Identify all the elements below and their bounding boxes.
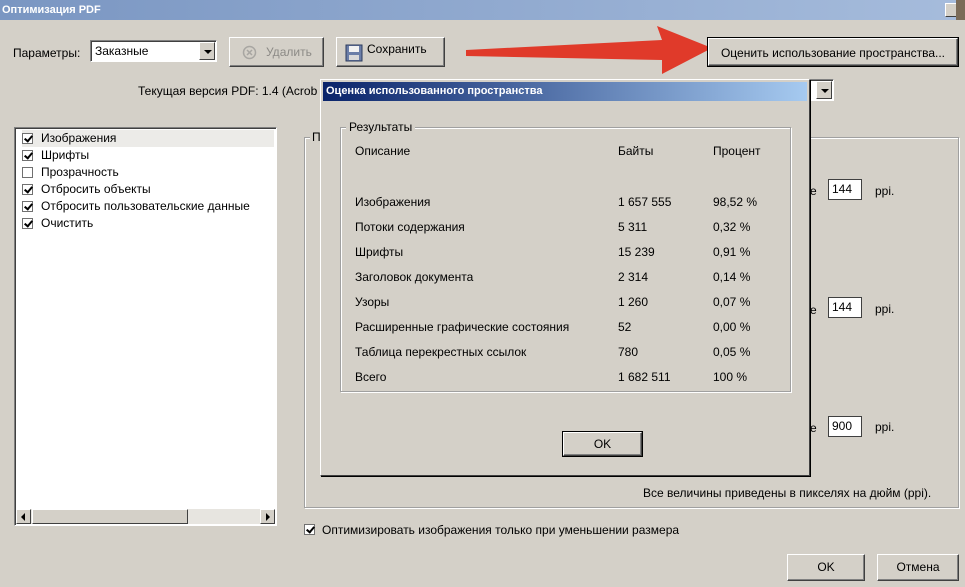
list-item[interactable]: Прозрачность	[22, 164, 274, 181]
optimize-only-label: Оптимизировать изображения только при ум…	[322, 523, 680, 537]
row-description: Расширенные графические состояния	[355, 320, 570, 334]
ppi-field[interactable]: 144	[828, 297, 862, 318]
params-label: Параметры:	[13, 46, 81, 60]
row-percent: 0,91 %	[713, 245, 751, 259]
list-item-label: Изображения	[41, 131, 117, 145]
row-percent: 0,05 %	[713, 345, 751, 359]
panel-row-prefix: е	[810, 184, 817, 198]
row-bytes: 780	[618, 345, 639, 359]
row-percent: 0,00 %	[713, 320, 751, 334]
row-bytes: 52	[618, 320, 632, 334]
header-percent: Процент	[713, 144, 761, 158]
window-titlebar: Оптимизация PDF	[0, 0, 965, 20]
list-item[interactable]: Отбросить объекты	[22, 181, 274, 198]
floppy-disk-icon	[345, 44, 363, 62]
estimate-space-button-label: Оценить использование пространства...	[720, 46, 946, 60]
checkbox[interactable]	[22, 184, 33, 195]
ppi-unit: ppi.	[875, 184, 895, 198]
list-item-label: Прозрачность	[41, 165, 119, 179]
cancel-button[interactable]: Отмена	[877, 554, 959, 581]
header-bytes: Байты	[618, 144, 654, 158]
row-percent: 100 %	[713, 370, 748, 384]
estimate-space-button[interactable]: Оценить использование пространства...	[707, 37, 959, 67]
version-select[interactable]	[806, 79, 834, 101]
delete-button-label: Удалить	[266, 45, 312, 59]
save-button[interactable]: Сохранить	[336, 37, 445, 67]
panel-row-prefix: е	[810, 421, 817, 435]
cancel-button-label: Отмена	[896, 560, 940, 574]
dialog-title: Оценка использованного пространства	[323, 82, 807, 101]
list-item[interactable]: Отбросить пользовательские данные	[22, 198, 274, 215]
row-bytes: 1 260	[618, 295, 649, 309]
list-item-label: Очистить	[41, 216, 94, 230]
ok-button[interactable]: OK	[787, 554, 865, 581]
close-icon[interactable]	[945, 0, 965, 20]
dialog-ok-button-label: OK	[593, 437, 612, 451]
row-bytes: 1 682 511	[618, 370, 671, 384]
row-description: Узоры	[355, 295, 390, 309]
save-button-label: Сохранить	[367, 42, 427, 56]
ok-button-label: OK	[817, 560, 835, 574]
chevron-down-icon[interactable]	[816, 81, 832, 99]
delete-button[interactable]: Удалить	[229, 37, 324, 67]
row-description: Шрифты	[355, 245, 404, 259]
list-item-label: Отбросить объекты	[41, 182, 151, 196]
window-title: Оптимизация PDF	[2, 4, 101, 16]
row-percent: 0,14 %	[713, 270, 751, 284]
horizontal-scrollbar[interactable]	[16, 509, 275, 524]
list-item-label: Отбросить пользовательские данные	[41, 199, 250, 213]
scroll-right-icon[interactable]	[260, 509, 275, 524]
space-usage-dialog: Оценка использованного пространства Резу…	[320, 79, 810, 476]
row-percent: 0,07 %	[713, 295, 751, 309]
row-description: Таблица перекрестных ссылок	[355, 345, 527, 359]
category-list[interactable]: Изображения Шрифты Прозрачность Отбросит…	[14, 127, 277, 526]
row-bytes: 15 239	[618, 245, 655, 259]
ppi-field[interactable]: 900	[828, 416, 862, 437]
ppi-note: Все величины приведены в пикселях на дюй…	[643, 486, 932, 500]
ppi-unit: ppi.	[875, 420, 895, 434]
row-bytes: 2 314	[618, 270, 649, 284]
checkbox[interactable]	[22, 150, 33, 161]
row-description: Заголовок документа	[355, 270, 474, 284]
ppi-field[interactable]: 144	[828, 179, 862, 200]
list-item[interactable]: Изображения	[22, 130, 274, 147]
list-item[interactable]: Очистить	[22, 215, 274, 232]
checkbox[interactable]	[22, 133, 33, 144]
results-group-label: Результаты	[346, 120, 416, 134]
row-description: Потоки содержания	[355, 220, 465, 234]
red-arrow-icon	[466, 26, 712, 74]
cancel-circle-icon	[242, 45, 257, 60]
row-percent: 98,52 %	[713, 195, 758, 209]
row-bytes: 5 311	[618, 220, 648, 234]
scroll-left-icon[interactable]	[16, 509, 31, 524]
row-description: Всего	[355, 370, 387, 384]
panel-row-prefix: е	[810, 303, 817, 317]
row-description: Изображения	[355, 195, 431, 209]
version-label: Текущая версия PDF: 1.4 (Acrob	[138, 84, 318, 98]
header-description: Описание	[355, 144, 411, 158]
list-item[interactable]: Шрифты	[22, 147, 274, 164]
dialog-ok-button[interactable]: OK	[562, 431, 643, 457]
row-bytes: 1 657 555	[618, 195, 672, 209]
chevron-down-icon[interactable]	[199, 42, 215, 60]
checkbox[interactable]	[22, 218, 33, 229]
checkbox[interactable]	[22, 201, 33, 212]
row-percent: 0,32 %	[713, 220, 751, 234]
params-select[interactable]: Заказные	[90, 40, 217, 62]
list-item-label: Шрифты	[41, 148, 90, 162]
optimize-only-checkbox[interactable]	[304, 524, 315, 535]
ppi-unit: ppi.	[875, 302, 895, 316]
params-select-value: Заказные	[95, 44, 149, 58]
checkbox[interactable]	[22, 167, 33, 178]
scrollbar-thumb[interactable]	[32, 509, 188, 524]
